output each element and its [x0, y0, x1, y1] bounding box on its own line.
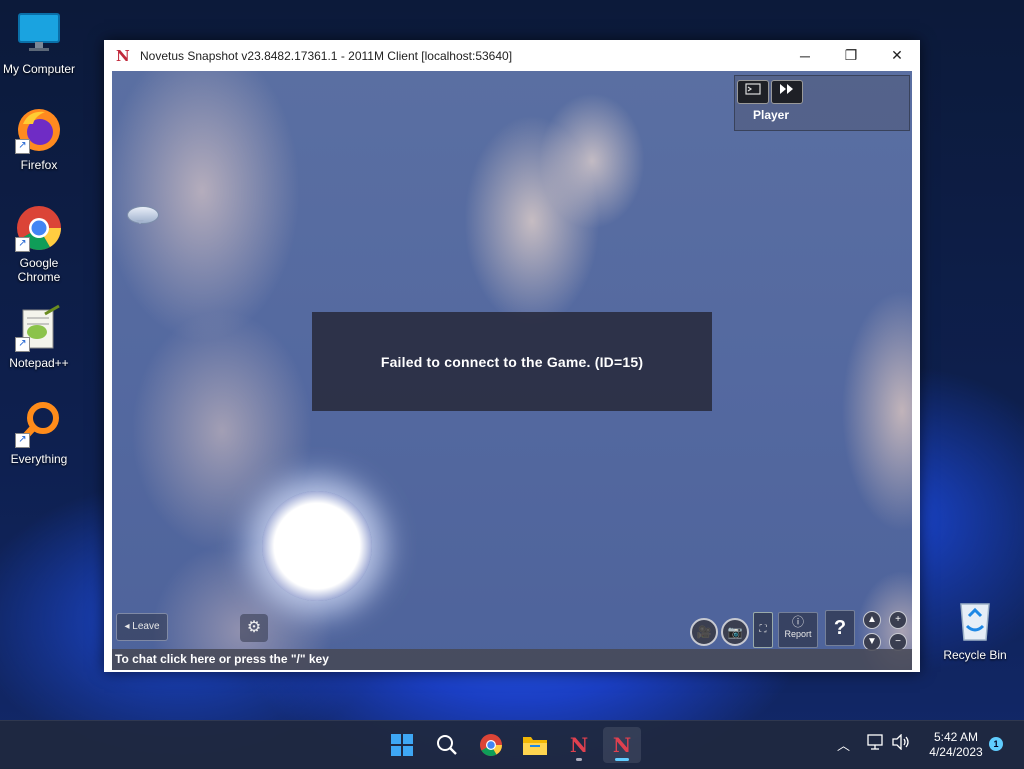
chat-bubble-icon[interactable]	[127, 206, 159, 224]
novetus-client-window: N Novetus Snapshot v23.8482.17361.1 - 20…	[104, 40, 920, 672]
plus-icon: +	[895, 614, 901, 625]
help-button[interactable]: ?	[825, 610, 855, 646]
taskbar-clock[interactable]: 5:42 AM 4/24/2023	[920, 730, 992, 760]
clock-date: 4/24/2023	[929, 745, 983, 759]
volume-icon[interactable]	[891, 733, 911, 753]
notepadpp-icon: ↗	[15, 304, 63, 352]
expand-player-list-button[interactable]	[771, 80, 803, 104]
maximize-button[interactable]: ❐	[828, 40, 874, 71]
notification-badge[interactable]: 1	[989, 737, 1003, 751]
desktop-icon-recycle-bin[interactable]: Recycle Bin	[937, 596, 1013, 662]
desktop-icon-chrome[interactable]: ↗ Google Chrome	[1, 204, 77, 284]
game-viewport[interactable]: Player Failed to connect to the Game. (I…	[112, 71, 912, 670]
report-button[interactable]: ⓘ Report	[778, 612, 818, 648]
chrome-icon	[480, 734, 502, 756]
leave-label: Leave	[132, 621, 160, 632]
close-button[interactable]: ✕	[874, 40, 920, 71]
desktop-icon-label: Notepad++	[9, 356, 69, 370]
record-video-button[interactable]: 🎥	[690, 618, 718, 646]
start-button[interactable]	[383, 727, 421, 763]
shortcut-arrow-icon: ↗	[15, 237, 30, 252]
window-titlebar[interactable]: N Novetus Snapshot v23.8482.17361.1 - 20…	[104, 40, 920, 71]
taskbar: N N ︿	[0, 720, 1024, 769]
fullscreen-icon: ⛶	[759, 624, 767, 635]
taskbar-search-button[interactable]	[428, 727, 466, 763]
window-title: Novetus Snapshot v23.8482.17361.1 - 2011…	[140, 48, 513, 63]
windows-logo-icon	[391, 734, 413, 756]
shortcut-arrow-icon: ↗	[15, 139, 30, 154]
clock-time: 5:42 AM	[933, 730, 979, 744]
error-message: Failed to connect to the Game. (ID=15)	[380, 353, 644, 370]
video-camera-icon: 🎥	[696, 625, 712, 639]
active-indicator	[615, 758, 629, 761]
zoom-in-button[interactable]: +	[889, 611, 907, 629]
shortcut-arrow-icon: ↗	[15, 433, 30, 448]
novetus-icon: N	[569, 733, 589, 757]
taskbar-novetus-client[interactable]: N	[603, 727, 641, 763]
screenshot-button[interactable]: 📷	[721, 618, 749, 646]
taskbar-novetus[interactable]: N	[560, 727, 598, 763]
novetus-icon: N	[612, 733, 632, 757]
desktop-icon-label: Google Chrome	[17, 256, 61, 284]
fullscreen-button[interactable]: ⛶	[753, 612, 773, 648]
taskbar-chrome[interactable]	[472, 727, 510, 763]
recycle-bin-icon	[951, 596, 999, 644]
taskbar-file-explorer[interactable]	[516, 727, 554, 763]
player-list-panel: Player	[734, 75, 910, 131]
chevron-up-icon: ︿	[837, 738, 851, 753]
folder-icon	[523, 737, 547, 755]
connection-error-dialog: Failed to connect to the Game. (ID=15)	[312, 312, 712, 411]
minus-icon: −	[895, 636, 901, 647]
desktop-icon-label: My Computer	[2, 62, 76, 76]
monitor-icon	[15, 10, 63, 58]
arrow-up-icon: ▲	[867, 614, 877, 625]
console-toggle-button[interactable]	[737, 80, 769, 104]
firefox-icon: ↗	[15, 106, 63, 154]
sun	[262, 491, 372, 601]
chrome-icon: ↗	[15, 204, 63, 252]
camera-up-button[interactable]: ▲	[863, 611, 881, 629]
report-label: Report	[784, 629, 812, 639]
desktop-icon-notepadpp[interactable]: ↗ Notepad++	[1, 304, 77, 370]
show-hidden-icons-button[interactable]: ︿	[837, 735, 850, 754]
player-label: Player	[753, 108, 790, 122]
desktop-icon-firefox[interactable]: ↗ Firefox	[1, 106, 77, 172]
running-indicator	[576, 758, 582, 761]
gear-icon: ⚙	[246, 619, 262, 636]
desktop-icon-label: Firefox	[20, 158, 58, 172]
network-icon[interactable]	[866, 734, 884, 753]
desktop-icon-label: Everything	[10, 452, 68, 466]
fast-forward-icon	[780, 84, 793, 94]
shortcut-arrow-icon: ↗	[15, 337, 30, 352]
desktop-icon-label: Recycle Bin	[943, 648, 1007, 662]
arrow-down-icon: ▼	[867, 636, 877, 647]
minimize-button[interactable]: ─	[782, 40, 828, 71]
search-icon	[437, 735, 457, 755]
alert-icon: ⓘ	[791, 615, 804, 629]
leave-button[interactable]: ◂ Leave	[116, 613, 168, 641]
settings-button[interactable]: ⚙	[240, 614, 268, 642]
console-icon	[745, 83, 761, 95]
search-magnifier-icon: ↗	[15, 400, 63, 448]
chat-bar[interactable]: To chat click here or press the "/" key	[112, 649, 912, 670]
chevron-left-icon: ◂	[124, 621, 130, 632]
chat-prompt: To chat click here or press the "/" key	[115, 652, 329, 666]
help-label: ?	[833, 617, 847, 639]
novetus-app-icon: N	[116, 46, 130, 65]
camera-icon: 📷	[727, 625, 743, 639]
desktop-icon-my-computer[interactable]: My Computer	[1, 10, 77, 76]
desktop-icon-everything[interactable]: ↗ Everything	[1, 400, 77, 466]
